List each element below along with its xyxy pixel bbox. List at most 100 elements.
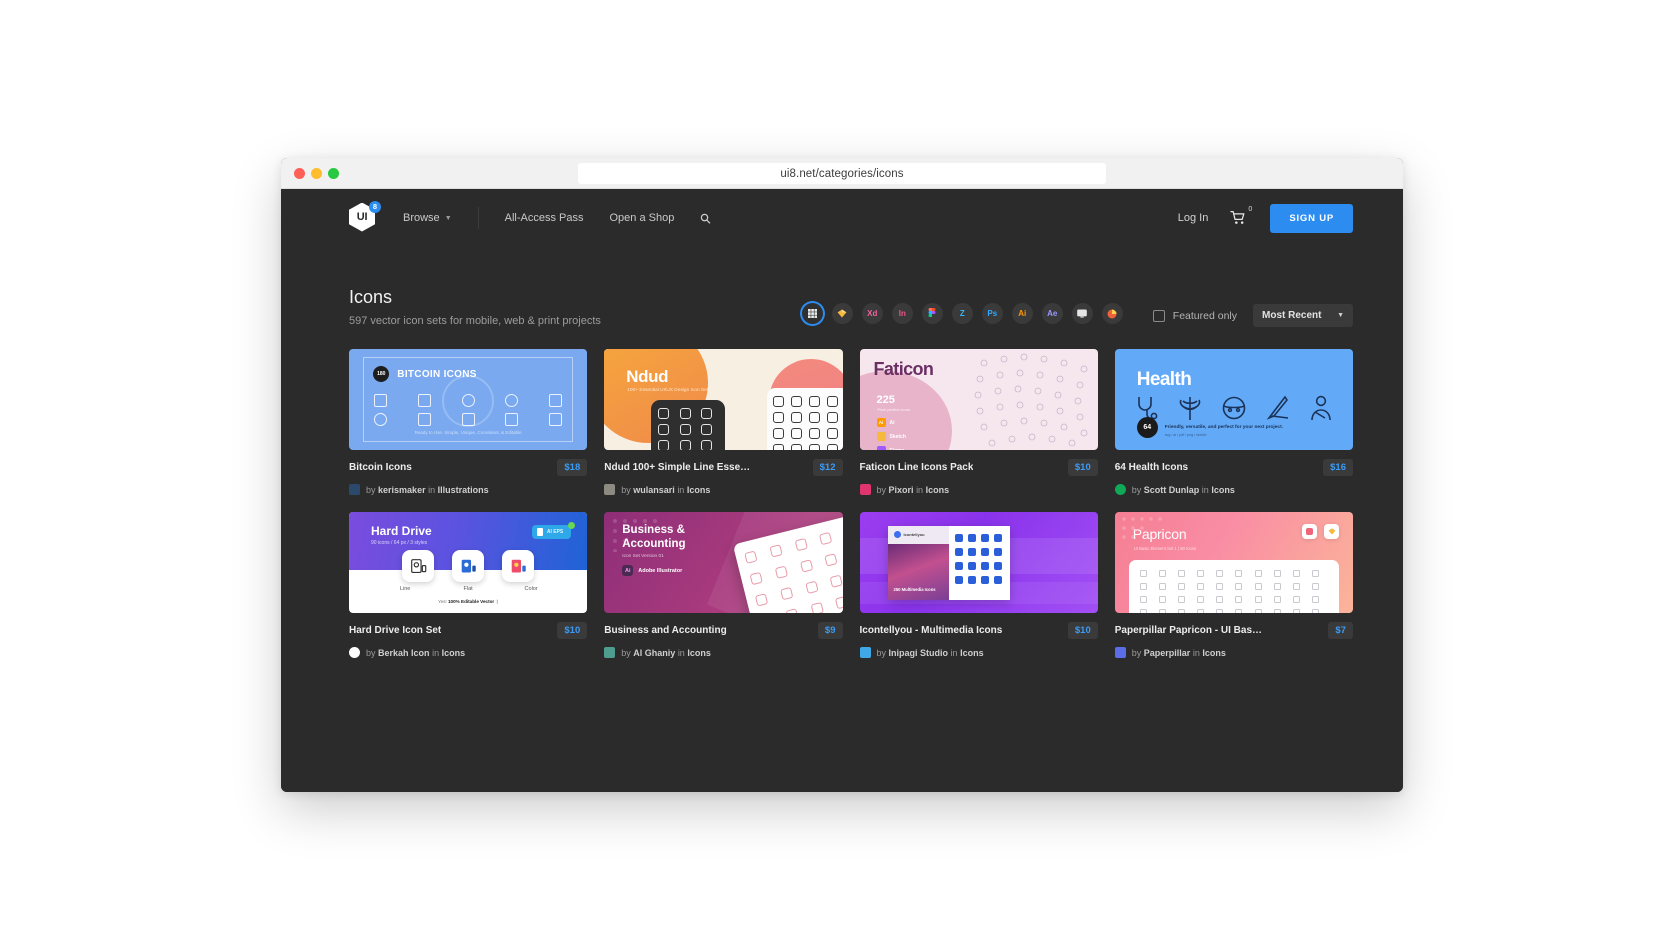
product-card[interactable]: Papricon UI Basic Element Set 1 | 50 Ico…	[1114, 512, 1353, 658]
harddrive-format-pill: AI EPS	[531, 525, 572, 539]
nav-open-a-shop[interactable]: Open a Shop	[609, 212, 674, 224]
cart-icon[interactable]: 0	[1230, 206, 1252, 226]
in-label: in	[677, 484, 685, 495]
address-bar[interactable]: ui8.net/categories/icons	[578, 163, 1106, 184]
product-author[interactable]: Berkah Icon	[378, 648, 430, 658]
product-title[interactable]: Business and Accounting	[604, 625, 726, 636]
save-icon	[1178, 570, 1185, 577]
close-window-button[interactable]	[294, 167, 305, 179]
icontellyou-icon-grid	[954, 534, 1004, 584]
icontellyou-panel: Icontellyou 250 Multimedia Icons	[887, 526, 1010, 600]
filter-after-effects[interactable]: Ae	[1041, 303, 1063, 324]
smile-icon	[658, 440, 670, 450]
product-category[interactable]: Icons	[1202, 648, 1226, 658]
product-card[interactable]: Hard Drive 90 icons / 64 px / 3 styles A…	[349, 512, 588, 658]
product-category[interactable]: Icons	[442, 648, 466, 658]
filter-sketch[interactable]	[831, 303, 853, 324]
minimize-window-button[interactable]	[311, 167, 322, 179]
product-author[interactable]: wulansari	[633, 485, 675, 495]
zoom-out-icon	[1292, 583, 1300, 590]
product-author[interactable]: Inipagi Studio	[889, 648, 949, 658]
sketch-icon	[876, 432, 886, 441]
filter-principle[interactable]	[1101, 303, 1123, 324]
ndud-dark-icon-grid	[658, 408, 718, 450]
ban-icon	[700, 440, 712, 450]
maximize-window-button[interactable]	[328, 167, 339, 179]
filter-zeplin[interactable]: Z	[951, 303, 973, 324]
search-icon[interactable]	[700, 213, 711, 224]
product-category[interactable]: Icons	[960, 648, 984, 658]
signal-icon	[827, 412, 839, 423]
product-title[interactable]: Bitcoin Icons	[349, 462, 412, 473]
product-category[interactable]: Illustrations	[438, 485, 489, 495]
product-meta: 64 Health Icons $16	[1115, 459, 1353, 476]
product-category[interactable]: Icons	[687, 485, 711, 495]
product-author[interactable]: Al Ghaniy	[633, 648, 675, 658]
site-logo[interactable]: UI 8	[349, 200, 381, 234]
product-card[interactable]: Business & Accounting Icon Set Version 0…	[604, 512, 843, 658]
product-thumbnail[interactable]: 180 BITCOIN ICONS Ready to Use. Simple, …	[349, 349, 588, 450]
product-thumbnail[interactable]: Health 64 Friendly, versatile, and perfe…	[1114, 349, 1353, 450]
page-icon	[1311, 583, 1319, 590]
product-author[interactable]: kerismaker	[378, 485, 426, 495]
featured-only-filter[interactable]: Featured only	[1152, 309, 1237, 322]
filter-illustrator[interactable]: Ai	[1011, 303, 1033, 324]
nav-divider	[477, 207, 479, 229]
filter-desktop[interactable]	[1071, 303, 1093, 324]
product-title[interactable]: Hard Drive Icon Set	[349, 625, 441, 636]
archive-icon	[1235, 609, 1243, 613]
faticon-app-item: Sketch	[876, 432, 914, 441]
product-card[interactable]: Ndud 100+ Essential UI/UX Design Icon Se…	[604, 349, 843, 495]
filter-adobe-xd[interactable]: Xd	[861, 303, 883, 324]
product-card[interactable]: Icontellyou 250 Multimedia Icons Icontel…	[859, 512, 1098, 658]
signup-button[interactable]: SIGN UP	[1270, 203, 1353, 233]
grid-icon	[790, 444, 802, 450]
product-title[interactable]: Ndud 100+ Simple Line Essential ...	[604, 462, 752, 473]
product-thumbnail[interactable]: Business & Accounting Icon Set Version 0…	[604, 512, 843, 613]
business-app-name: Adobe Illustrator	[638, 567, 683, 574]
product-title[interactable]: Paperpillar Papricon - UI Basic El...	[1115, 625, 1263, 636]
product-author[interactable]: Paperpillar	[1144, 648, 1191, 658]
trash-icon	[1216, 609, 1224, 613]
filter-all-grid[interactable]	[801, 303, 823, 324]
briefcase-icon	[829, 574, 843, 588]
filter-figma[interactable]	[921, 303, 943, 324]
product-title[interactable]: 64 Health Icons	[1115, 462, 1188, 473]
style-tile-color	[502, 550, 535, 582]
login-link[interactable]: Log In	[1178, 212, 1209, 224]
sort-select[interactable]: Most Recent ▼	[1253, 304, 1353, 327]
product-thumbnail[interactable]: Icontellyou 250 Multimedia Icons	[859, 512, 1098, 613]
product-thumbnail[interactable]: Faticon 225 Pixel perfect icons Ai Ai Ske…	[859, 349, 1098, 450]
product-thumbnail[interactable]: Hard Drive 90 icons / 64 px / 3 styles A…	[349, 512, 588, 613]
bitcoin-pickaxe-icon	[374, 394, 388, 408]
product-category[interactable]: Icons	[1211, 485, 1235, 495]
product-card[interactable]: 180 BITCOIN ICONS Ready to Use. Simple, …	[349, 349, 588, 495]
moon-icon	[658, 408, 670, 419]
product-card[interactable]: Health 64 Friendly, versatile, and perfe…	[1114, 349, 1353, 495]
export-icon	[1197, 596, 1205, 603]
thermometer-icon	[1266, 395, 1289, 420]
product-category[interactable]: Icons	[926, 485, 950, 495]
featured-only-checkbox[interactable]	[1152, 309, 1165, 322]
product-card[interactable]: Faticon 225 Pixel perfect icons Ai Ai Ske…	[859, 349, 1098, 495]
faticon-subheading: Pixel perfect icons	[877, 407, 910, 412]
product-byline: by Paperpillar in Icons	[1114, 647, 1353, 658]
product-category[interactable]: Icons	[687, 648, 711, 658]
nav-browse[interactable]: Browse ▼	[403, 212, 452, 224]
product-title[interactable]: Faticon Line Icons Pack	[860, 462, 974, 473]
bolt-icon	[993, 548, 1002, 556]
avatar	[859, 647, 871, 658]
video-icon	[954, 548, 963, 556]
filter-photoshop[interactable]: Ps	[981, 303, 1003, 324]
product-author[interactable]: Pixori	[889, 485, 914, 495]
cart-check-icon	[1311, 609, 1319, 613]
window-controls[interactable]	[294, 167, 339, 179]
nav-all-access-pass[interactable]: All-Access Pass	[505, 212, 584, 224]
filter-indesign[interactable]: In	[891, 303, 913, 324]
product-author[interactable]: Scott Dunlap	[1144, 485, 1200, 495]
product-thumbnail[interactable]: Ndud 100+ Essential UI/UX Design Icon Se…	[604, 349, 843, 450]
caduceus-icon	[1179, 397, 1201, 420]
product-thumbnail[interactable]: Papricon UI Basic Element Set 1 | 50 Ico…	[1114, 512, 1353, 613]
product-title[interactable]: Icontellyou - Multimedia Icons	[860, 625, 1003, 636]
avatar	[349, 484, 360, 495]
